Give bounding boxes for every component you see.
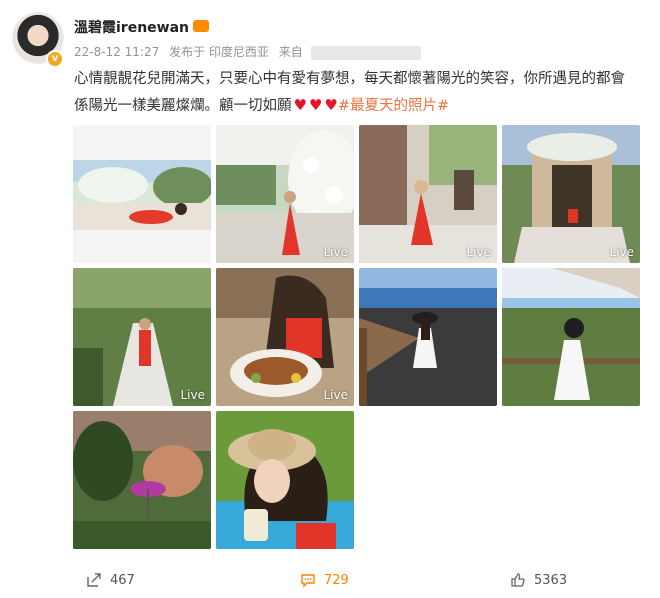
- photo-4-image: [502, 125, 640, 263]
- post-content: 心情靚靚花兒開滿天，只要心中有愛有夢想，每天都懷著陽光的笑容，你所遇見的都會係陽…: [74, 66, 634, 119]
- heart-icon: ♥: [293, 96, 307, 114]
- share-icon: [87, 573, 101, 587]
- photo-1[interactable]: [73, 125, 211, 263]
- username-text[interactable]: 溫碧霞irenewan: [74, 20, 189, 36]
- photo-9[interactable]: [73, 411, 211, 549]
- live-badge: Live: [180, 388, 205, 402]
- photo-10[interactable]: [216, 411, 354, 549]
- photo-6[interactable]: Live: [216, 268, 354, 406]
- photo-10-image: [216, 411, 354, 549]
- post-meta: 22-8-12 11:27 发布于 印度尼西亚 来自: [74, 43, 427, 60]
- photo-grid: Live Live Live Live Live: [73, 125, 641, 555]
- photo-6-image: [216, 268, 354, 406]
- photo-9-image: [73, 411, 211, 549]
- photo-5[interactable]: Live: [73, 268, 211, 406]
- photo-5-image: [73, 268, 211, 406]
- photo-3-image: [359, 125, 497, 263]
- vip-crown-icon: [193, 20, 210, 32]
- action-bar: 467 729 5363: [0, 572, 660, 592]
- live-badge: Live: [466, 245, 491, 259]
- post-date[interactable]: 22-8-12 11:27: [74, 45, 159, 59]
- photo-2-image: [216, 125, 354, 263]
- like-button[interactable]: 5363: [510, 572, 567, 588]
- share-count: 467: [110, 572, 135, 588]
- username[interactable]: 溫碧霞irenewan: [74, 17, 210, 37]
- thumbs-up-icon: [511, 573, 525, 587]
- share-button[interactable]: 467: [86, 572, 135, 588]
- comment-icon: [301, 574, 315, 588]
- photo-4[interactable]: Live: [502, 125, 640, 263]
- live-badge: Live: [609, 245, 634, 259]
- photo-3[interactable]: Live: [359, 125, 497, 263]
- photo-1-image: [73, 160, 211, 230]
- comment-button[interactable]: 729: [300, 572, 349, 588]
- post-location: 发布于 印度尼西亚: [169, 45, 269, 59]
- comment-count: 729: [324, 572, 349, 588]
- live-badge: Live: [323, 388, 348, 402]
- photo-7-image: [359, 268, 497, 406]
- hashtag-link[interactable]: #最夏天的照片#: [338, 98, 449, 114]
- like-count: 5363: [534, 572, 568, 588]
- post-source-label: 来自: [278, 45, 303, 59]
- live-badge: Live: [323, 245, 348, 259]
- photo-8-image: [502, 268, 640, 406]
- photo-7[interactable]: [359, 268, 497, 406]
- post-source-redacted: [310, 45, 421, 60]
- verified-badge-icon: v: [46, 50, 64, 68]
- photo-8[interactable]: [502, 268, 640, 406]
- heart-icon: ♥: [324, 96, 338, 114]
- photo-2[interactable]: Live: [216, 125, 354, 263]
- heart-icon: ♥: [308, 96, 323, 114]
